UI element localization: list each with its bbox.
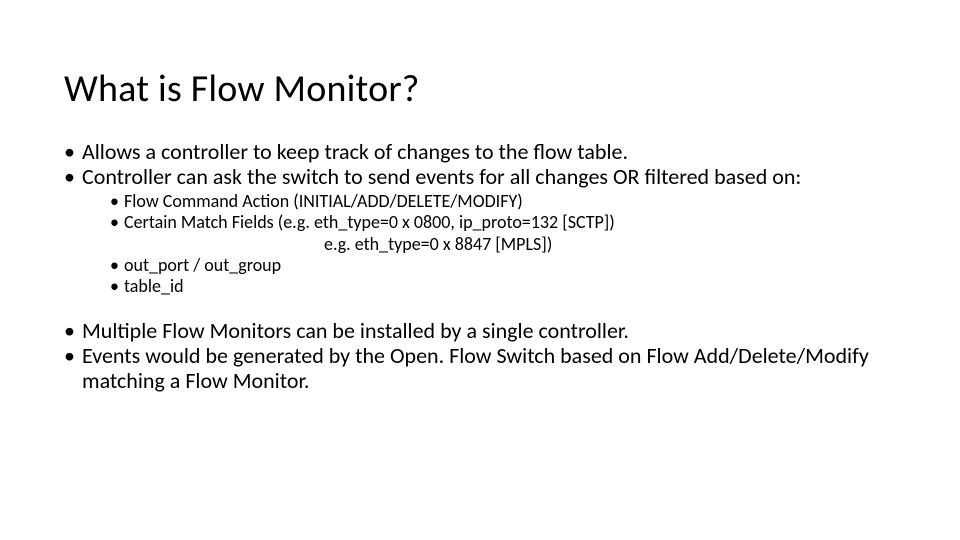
sub-bullet-item: table_id — [110, 276, 896, 297]
sub-bullet-item: Certain Match Fields (e.g. eth_type=0 x … — [110, 212, 896, 254]
sub-bullet-text: table_id — [124, 275, 184, 297]
bullet-item: Allows a controller to keep track of cha… — [64, 140, 896, 165]
sub-bullet-list: Flow Command Action (INITIAL/ADD/DELETE/… — [82, 191, 896, 297]
bullet-item: Controller can ask the switch to send ev… — [64, 165, 896, 298]
bullet-text: Events would be generated by the Open. F… — [82, 342, 869, 394]
bullet-item: Events would be generated by the Open. F… — [64, 344, 896, 393]
bullet-text: Multiple Flow Monitors can be installed … — [82, 317, 629, 344]
sub-bullet-text: out_port / out_group — [124, 254, 281, 276]
bullet-text: Controller can ask the switch to send ev… — [82, 163, 801, 190]
spacer — [64, 297, 896, 319]
bullet-item: Multiple Flow Monitors can be installed … — [64, 319, 896, 344]
bullet-text: Allows a controller to keep track of cha… — [82, 138, 628, 165]
slide: What is Flow Monitor? Allows a controlle… — [0, 0, 960, 425]
sub-bullet-item: Flow Command Action (INITIAL/ADD/DELETE/… — [110, 191, 896, 212]
sub-bullet-text: Certain Match Fields (e.g. eth_type=0 x … — [124, 211, 615, 233]
bullet-list: Multiple Flow Monitors can be installed … — [64, 319, 896, 393]
sub-bullet-text: Flow Command Action (INITIAL/ADD/DELETE/… — [124, 190, 523, 212]
bullet-list: Allows a controller to keep track of cha… — [64, 140, 896, 297]
slide-title: What is Flow Monitor? — [64, 66, 896, 112]
sub-bullet-item: out_port / out_group — [110, 255, 896, 276]
sub-bullet-continuation: e.g. eth_type=0 x 8847 [MPLS]) — [124, 234, 896, 255]
